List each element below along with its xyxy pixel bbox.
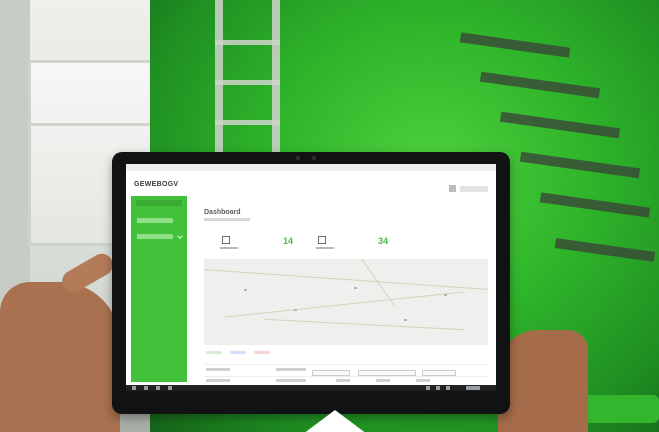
map-view[interactable] — [204, 259, 488, 345]
map-road — [264, 318, 464, 331]
left-hand — [0, 282, 120, 432]
user-icon — [318, 236, 326, 244]
tablet-screen: GEWEBOGV Dashboard 14 34 — [126, 164, 496, 391]
right-hand — [498, 330, 588, 432]
factory-scene: GEWEBOGV Dashboard 14 34 — [0, 0, 659, 432]
map-road — [204, 269, 488, 290]
ladder-rung — [215, 40, 280, 45]
ladder-rail — [272, 0, 280, 170]
map-town — [244, 289, 247, 291]
camera-icon — [296, 156, 300, 160]
sidebar-item-dashboard[interactable] — [137, 218, 173, 223]
back-icon[interactable] — [144, 386, 148, 390]
page-subtitle-placeholder — [204, 218, 250, 221]
stat-value: 14 — [283, 236, 294, 246]
tablet-device: GEWEBOGV Dashboard 14 34 — [112, 152, 510, 414]
table-cell — [376, 379, 390, 382]
table-cell — [336, 379, 350, 382]
profile-icon[interactable] — [449, 185, 456, 192]
table-row[interactable] — [204, 376, 488, 377]
tray-icon[interactable] — [446, 386, 450, 390]
legend-item-green[interactable] — [206, 351, 222, 354]
sidebar-header — [136, 200, 182, 206]
table-cell — [276, 368, 306, 371]
map-town — [354, 287, 357, 289]
stat-label — [220, 247, 238, 249]
stat-value: 34 — [378, 236, 389, 246]
ladder-rung — [215, 120, 280, 125]
legend-item-blue[interactable] — [230, 351, 246, 354]
window-titlebar — [126, 164, 496, 171]
sidebar — [131, 196, 187, 382]
user-menu[interactable] — [460, 186, 488, 192]
machine-icon — [222, 236, 230, 244]
ladder-rung — [215, 80, 280, 85]
brand-logo: GEWEBOGV — [134, 181, 179, 188]
table-cell — [206, 368, 230, 371]
start-icon[interactable] — [132, 386, 136, 390]
map-town — [294, 309, 297, 311]
table-row[interactable] — [204, 364, 488, 365]
map-town — [404, 319, 407, 321]
map-town — [444, 294, 447, 296]
stat-label — [316, 247, 334, 249]
clock-icon — [466, 386, 480, 390]
table-cell — [276, 379, 306, 382]
page-title: Dashboard — [204, 209, 241, 216]
ladder-rail — [215, 0, 223, 170]
os-taskbar — [126, 385, 496, 391]
chevron-down-icon[interactable] — [177, 233, 183, 239]
tray-icon[interactable] — [426, 386, 430, 390]
tray-icon[interactable] — [436, 386, 440, 390]
up-arrow-icon[interactable] — [295, 410, 375, 432]
search-icon[interactable] — [156, 386, 160, 390]
legend-item-red[interactable] — [254, 351, 270, 354]
table-cell — [416, 379, 430, 382]
taskview-icon[interactable] — [168, 386, 172, 390]
sensor-icon — [312, 156, 316, 160]
map-road — [224, 291, 464, 318]
sidebar-item-machines[interactable] — [137, 234, 173, 239]
table-cell — [206, 379, 230, 382]
